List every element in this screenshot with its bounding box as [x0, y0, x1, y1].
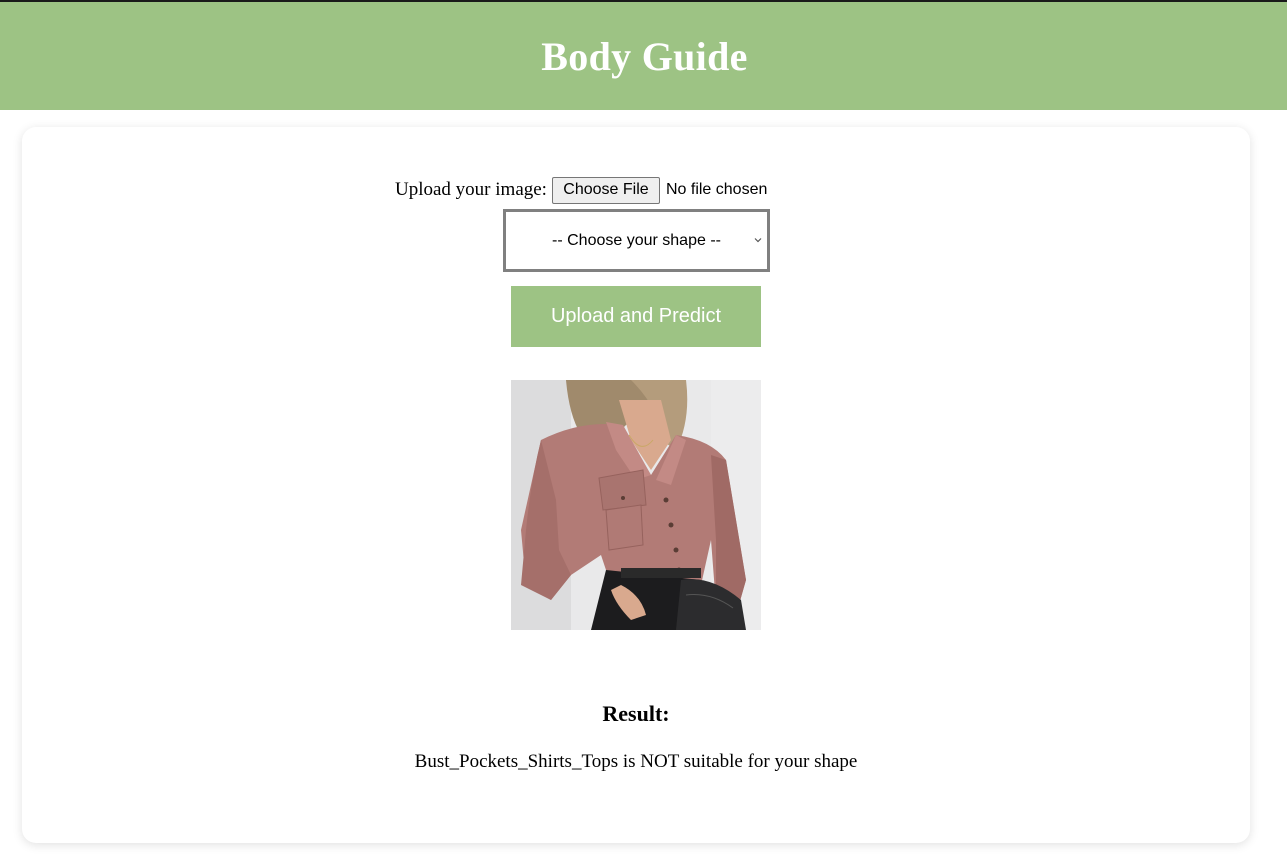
- chevron-down-icon: [754, 238, 762, 243]
- page-header: Body Guide: [0, 2, 1287, 110]
- upload-label: Upload your image:: [395, 179, 547, 200]
- upload-and-predict-button[interactable]: Upload and Predict: [511, 286, 761, 347]
- result-message: Bust_Pockets_Shirts_Tops is NOT suitable…: [414, 751, 858, 772]
- main-card: Upload your image: Choose File No file c…: [22, 127, 1250, 843]
- clothing-photo: [511, 380, 761, 630]
- file-status-text: No file chosen: [665, 181, 768, 198]
- shape-select[interactable]: -- Choose your shape --: [503, 209, 770, 272]
- shape-select-value: -- Choose your shape --: [552, 231, 721, 249]
- page-title: Body Guide: [541, 33, 748, 79]
- choose-file-button[interactable]: Choose File: [551, 176, 660, 204]
- upload-row: Upload your image: Choose File No file c…: [395, 176, 767, 204]
- result-heading: Result:: [602, 701, 670, 726]
- uploaded-image-preview: [511, 380, 761, 630]
